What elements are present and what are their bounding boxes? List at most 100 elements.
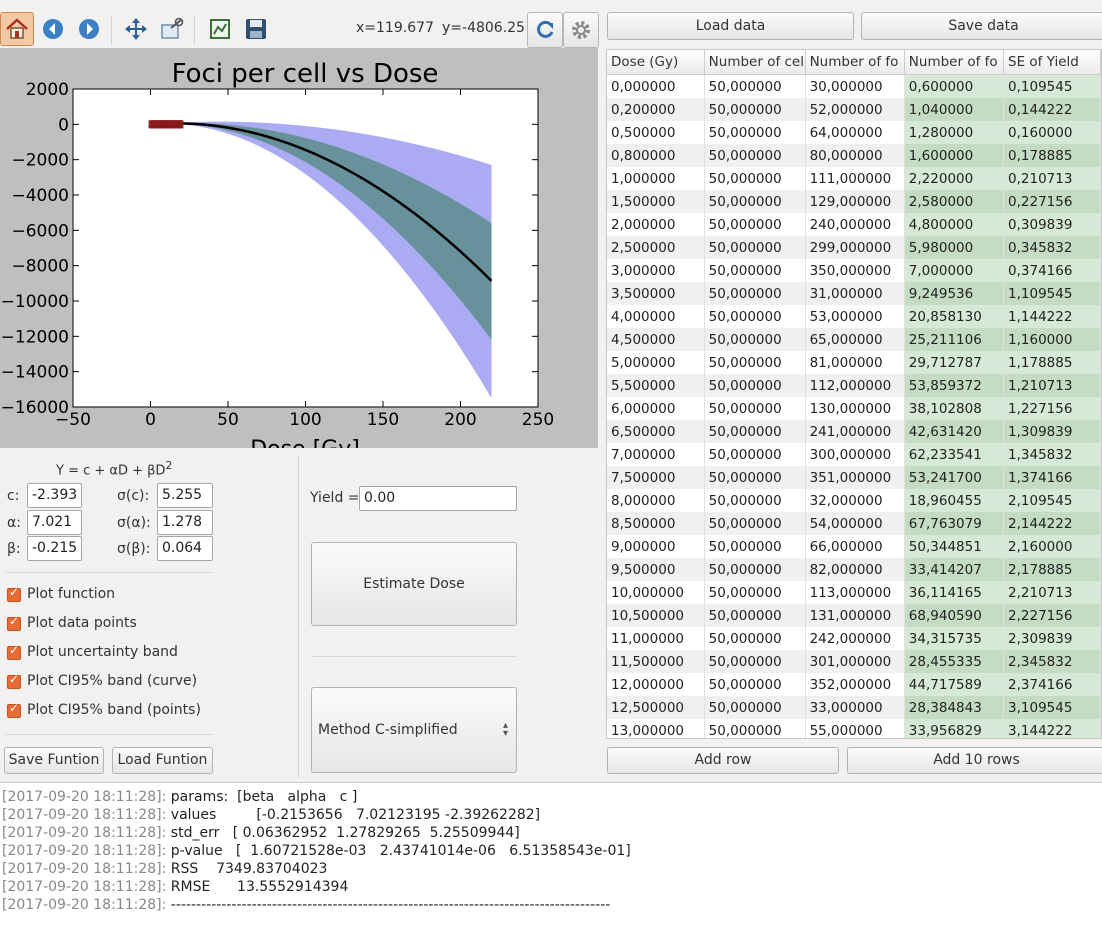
table-cell[interactable]: 129,000000 [805, 190, 905, 213]
table-cell[interactable]: 50,000000 [704, 98, 806, 121]
table-cell[interactable]: 20,858130 [904, 305, 1005, 328]
table-cell[interactable]: 2,178885 [1003, 558, 1101, 581]
table-cell[interactable]: 18,960455 [904, 489, 1005, 512]
foci-chart[interactable]: −50 0 50 100 150 200 25020000−2000−4000−6000−8… [0, 48, 598, 448]
table-cell[interactable]: 3,500000 [607, 282, 705, 305]
checkbox-mark[interactable] [7, 672, 21, 689]
data-table[interactable]: Dose (Gy) Number of cel Number of fo Number… [606, 49, 1102, 739]
beta-value-field[interactable]: -0.215 [27, 536, 82, 561]
table-cell[interactable]: 53,000000 [805, 305, 905, 328]
table-row[interactable]: 0,500000 50,000000 64,000000 1,280000 0,1600… [607, 121, 1101, 144]
table-cell[interactable]: 33,956829 [904, 719, 1005, 738]
table-cell[interactable]: 54,000000 [805, 512, 905, 535]
table-cell[interactable]: 53,859372 [904, 374, 1005, 397]
table-cell[interactable]: 50,000000 [704, 719, 806, 738]
table-cell[interactable]: 3,000000 [607, 259, 705, 282]
table-cell[interactable]: 0,345832 [1003, 236, 1101, 259]
table-row[interactable]: 8,000000 50,000000 32,000000 18,960455 2,109… [607, 489, 1101, 512]
table-cell[interactable]: 0,600000 [904, 74, 1005, 98]
table-cell[interactable]: 50,000000 [704, 190, 806, 213]
sigma-beta-field[interactable]: 0.064 [157, 536, 213, 561]
table-cell[interactable]: 1,160000 [1003, 328, 1101, 351]
table-row[interactable]: 11,500000 50,000000 301,000000 28,455335 2,3… [607, 650, 1101, 673]
table-cell[interactable]: 111,000000 [805, 167, 905, 190]
table-row[interactable]: 10,000000 50,000000 113,000000 36,114165 2,2… [607, 581, 1101, 604]
c-value-field[interactable]: -2.393 [27, 483, 82, 508]
table-row[interactable]: 13,000000 50,000000 55,000000 33,956829 3,14… [607, 719, 1101, 738]
table-cell[interactable]: 50,000000 [704, 696, 806, 719]
table-cell[interactable]: 6,500000 [607, 420, 705, 443]
table-cell[interactable]: 34,315735 [904, 627, 1005, 650]
table-row[interactable]: 11,000000 50,000000 242,000000 34,315735 2,3… [607, 627, 1101, 650]
table-cell[interactable]: 351,000000 [805, 466, 905, 489]
table-cell[interactable]: 2,309839 [1003, 627, 1101, 650]
alpha-value-field[interactable]: 7.021 [27, 510, 82, 535]
table-cell[interactable]: 0,109545 [1003, 74, 1101, 98]
table-row[interactable]: 8,500000 50,000000 54,000000 67,763079 2,144… [607, 512, 1101, 535]
table-cell[interactable]: 50,000000 [704, 604, 806, 627]
table-cell[interactable]: 0,200000 [607, 98, 705, 121]
settings-icon[interactable] [563, 12, 599, 48]
table-cell[interactable]: 299,000000 [805, 236, 905, 259]
table-cell[interactable]: 30,000000 [805, 74, 905, 98]
table-cell[interactable]: 38,102808 [904, 397, 1005, 420]
table-cell[interactable]: 50,000000 [704, 627, 806, 650]
table-cell[interactable]: 130,000000 [805, 397, 905, 420]
table-cell[interactable]: 1,500000 [607, 190, 705, 213]
table-cell[interactable]: 1,210713 [1003, 374, 1101, 397]
table-cell[interactable]: 36,114165 [904, 581, 1005, 604]
pan-icon[interactable] [119, 12, 153, 46]
table-cell[interactable]: 66,000000 [805, 535, 905, 558]
add-row-button[interactable]: Add row [607, 747, 839, 774]
table-row[interactable]: 0,000000 50,000000 30,000000 0,600000 0,1095… [607, 74, 1101, 98]
table-cell[interactable]: 2,374166 [1003, 673, 1101, 696]
table-cell[interactable]: 50,000000 [704, 74, 806, 98]
table-cell[interactable]: 2,500000 [607, 236, 705, 259]
table-cell[interactable]: 50,000000 [704, 259, 806, 282]
table-cell[interactable]: 7,000000 [904, 259, 1005, 282]
table-cell[interactable]: 50,000000 [704, 420, 806, 443]
table-cell[interactable]: 33,414207 [904, 558, 1005, 581]
log-console[interactable]: [2017-09-20 18:11:28]: params: [beta alp… [0, 782, 1102, 944]
table-cell[interactable]: 52,000000 [805, 98, 905, 121]
table-cell[interactable]: 62,233541 [904, 443, 1005, 466]
table-cell[interactable]: 33,000000 [805, 696, 905, 719]
table-cell[interactable]: 80,000000 [805, 144, 905, 167]
table-cell[interactable]: 50,000000 [704, 305, 806, 328]
zoom-icon[interactable] [155, 12, 189, 46]
table-cell[interactable]: 50,000000 [704, 443, 806, 466]
table-cell[interactable]: 0,309839 [1003, 213, 1101, 236]
table-cell[interactable]: 2,345832 [1003, 650, 1101, 673]
table-row[interactable]: 1,500000 50,000000 129,000000 2,580000 0,227… [607, 190, 1101, 213]
table-cell[interactable]: 82,000000 [805, 558, 905, 581]
table-cell[interactable]: 9,000000 [607, 535, 705, 558]
table-cell[interactable]: 29,712787 [904, 351, 1005, 374]
table-cell[interactable]: 1,227156 [1003, 397, 1101, 420]
table-row[interactable]: 0,200000 50,000000 52,000000 1,040000 0,1442… [607, 98, 1101, 121]
back-icon[interactable] [36, 12, 70, 46]
table-cell[interactable]: 50,000000 [704, 236, 806, 259]
table-cell[interactable]: 1,144222 [1003, 305, 1101, 328]
table-row[interactable]: 5,500000 50,000000 112,000000 53,859372 1,21… [607, 374, 1101, 397]
column-header[interactable]: Dose (Gy) [607, 50, 705, 75]
table-cell[interactable]: 0,500000 [607, 121, 705, 144]
yield-input[interactable]: 0.00 [359, 486, 517, 511]
table-cell[interactable]: 55,000000 [805, 719, 905, 738]
table-cell[interactable]: 0,210713 [1003, 167, 1101, 190]
table-cell[interactable]: 50,000000 [704, 351, 806, 374]
table-row[interactable]: 10,500000 50,000000 131,000000 68,940590 2,2… [607, 604, 1101, 627]
load-function-button[interactable]: Load Funtion [112, 747, 213, 774]
save-figure-icon[interactable] [239, 12, 273, 46]
table-cell[interactable]: 2,144222 [1003, 512, 1101, 535]
table-cell[interactable]: 0,144222 [1003, 98, 1101, 121]
estimate-dose-button[interactable]: Estimate Dose [311, 542, 517, 626]
table-cell[interactable]: 25,211106 [904, 328, 1005, 351]
table-cell[interactable]: 50,000000 [704, 144, 806, 167]
table-cell[interactable]: 12,000000 [607, 673, 705, 696]
table-cell[interactable]: 0,800000 [607, 144, 705, 167]
table-cell[interactable]: 4,800000 [904, 213, 1005, 236]
table-cell[interactable]: 28,455335 [904, 650, 1005, 673]
table-cell[interactable]: 50,000000 [704, 512, 806, 535]
table-row[interactable]: 2,500000 50,000000 299,000000 5,980000 0,345… [607, 236, 1101, 259]
table-row[interactable]: 6,500000 50,000000 241,000000 42,631420 1,30… [607, 420, 1101, 443]
